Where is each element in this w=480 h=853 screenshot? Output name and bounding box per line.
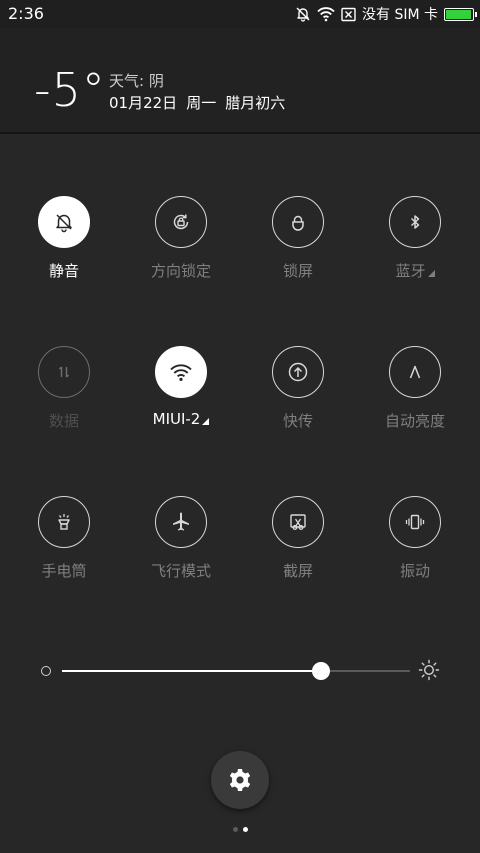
toggle-label: MIUI-2 [126, 410, 236, 428]
toggle-label: 方向锁定 [150, 262, 211, 280]
status-icons: 没有 SIM 卡 [295, 3, 477, 25]
weather-text: 天气: 阴 [109, 72, 164, 90]
brightness-slider-thumb[interactable] [312, 662, 331, 680]
toggle-label: 蓝牙 [360, 260, 470, 281]
weather-header[interactable]: -5° 天气: 阴 01月22日 周一 腊月初六 [0, 28, 480, 134]
no-sim-icon [341, 7, 356, 22]
toggle-label: 锁屏 [282, 262, 313, 280]
mobile-data-icon [58, 366, 70, 378]
toggle-circle[interactable] [38, 496, 90, 548]
toggle-circle[interactable] [155, 346, 207, 398]
toggle-label: 手电筒 [41, 562, 87, 580]
wifi-icon [317, 6, 335, 22]
toggle-vibrate[interactable]: 振动 [360, 496, 470, 581]
more-indicator [427, 270, 435, 277]
rotation-lock-icon [173, 214, 189, 230]
toggle-circle[interactable] [38, 346, 90, 398]
brightness-low-icon [41, 666, 51, 676]
toggle-label: 振动 [399, 562, 430, 580]
date-text: 01月22日 [109, 94, 178, 112]
toggle-lock-screen[interactable]: 锁屏 [243, 196, 353, 281]
date-line: 01月22日 周一 腊月初六 [109, 92, 285, 113]
toggle-bluetooth[interactable]: 蓝牙 [360, 196, 470, 281]
lunar-date-text: 腊月初六 [225, 94, 286, 112]
toggle-circle[interactable] [389, 196, 441, 248]
quick-transfer-icon [288, 362, 308, 382]
brightness-control [38, 658, 442, 684]
flashlight-icon [58, 514, 70, 530]
toggle-wifi[interactable]: MIUI-2 [126, 346, 236, 428]
more-indicator [202, 418, 210, 425]
settings-button[interactable] [211, 751, 269, 809]
toggle-label: 快传 [282, 412, 313, 430]
brightness-high-icon [418, 659, 440, 685]
weekday-text: 周一 [186, 94, 217, 112]
bluetooth-icon [410, 215, 420, 229]
screenshot-icon [290, 514, 306, 530]
toggle-flashlight[interactable]: 手电筒 [9, 496, 119, 581]
page-dot[interactable] [242, 827, 248, 832]
toggle-rotation-lock[interactable]: 方向锁定 [126, 196, 236, 281]
toggle-circle[interactable] [272, 496, 324, 548]
lock-icon [292, 215, 304, 231]
toggle-circle[interactable] [155, 496, 207, 548]
mute-bell-icon [56, 214, 72, 233]
status-bar: 2:36 没有 SIM 卡 [0, 0, 480, 28]
quick-settings-panel: 2:36 没有 SIM 卡 -5° 天气: 阴 01月22日 周一 腊月初六 静… [0, 0, 480, 853]
toggle-airplane-mode[interactable]: 飞行模式 [126, 496, 236, 581]
mute-bell-icon [295, 6, 311, 22]
toggle-mobile-data[interactable]: 数据 [9, 346, 119, 431]
toggle-circle[interactable] [38, 196, 90, 248]
toggle-circle[interactable] [389, 346, 441, 398]
brightness-slider-fill [62, 670, 322, 672]
toggle-label: 自动亮度 [384, 412, 445, 430]
battery-fill [446, 9, 471, 19]
toggle-circle[interactable] [389, 496, 441, 548]
toggle-circle[interactable] [272, 346, 324, 398]
auto-brightness-icon [409, 365, 421, 379]
toggle-label: 飞行模式 [150, 562, 211, 580]
wifi-icon [170, 364, 192, 381]
vibrate-icon [405, 514, 425, 530]
airplane-icon [173, 512, 189, 531]
toggle-screenshot[interactable]: 截屏 [243, 496, 353, 581]
page-indicator [0, 827, 480, 832]
toggle-label: 静音 [48, 262, 79, 280]
gear-icon [229, 769, 251, 791]
toggle-mute[interactable]: 静音 [9, 196, 119, 281]
toggle-label: 数据 [48, 412, 79, 430]
toggle-circle[interactable] [155, 196, 207, 248]
page-dot[interactable] [232, 827, 238, 832]
status-time: 2:36 [8, 4, 44, 23]
battery-icon [444, 7, 477, 21]
toggle-circle[interactable] [272, 196, 324, 248]
toggle-quick-transfer[interactable]: 快传 [243, 346, 353, 431]
toggle-label: 截屏 [282, 562, 313, 580]
temperature: -5° [34, 63, 106, 117]
carrier-text: 没有 SIM 卡 [362, 7, 438, 23]
toggle-auto-brightness[interactable]: 自动亮度 [360, 346, 470, 431]
brightness-slider[interactable] [62, 662, 410, 680]
